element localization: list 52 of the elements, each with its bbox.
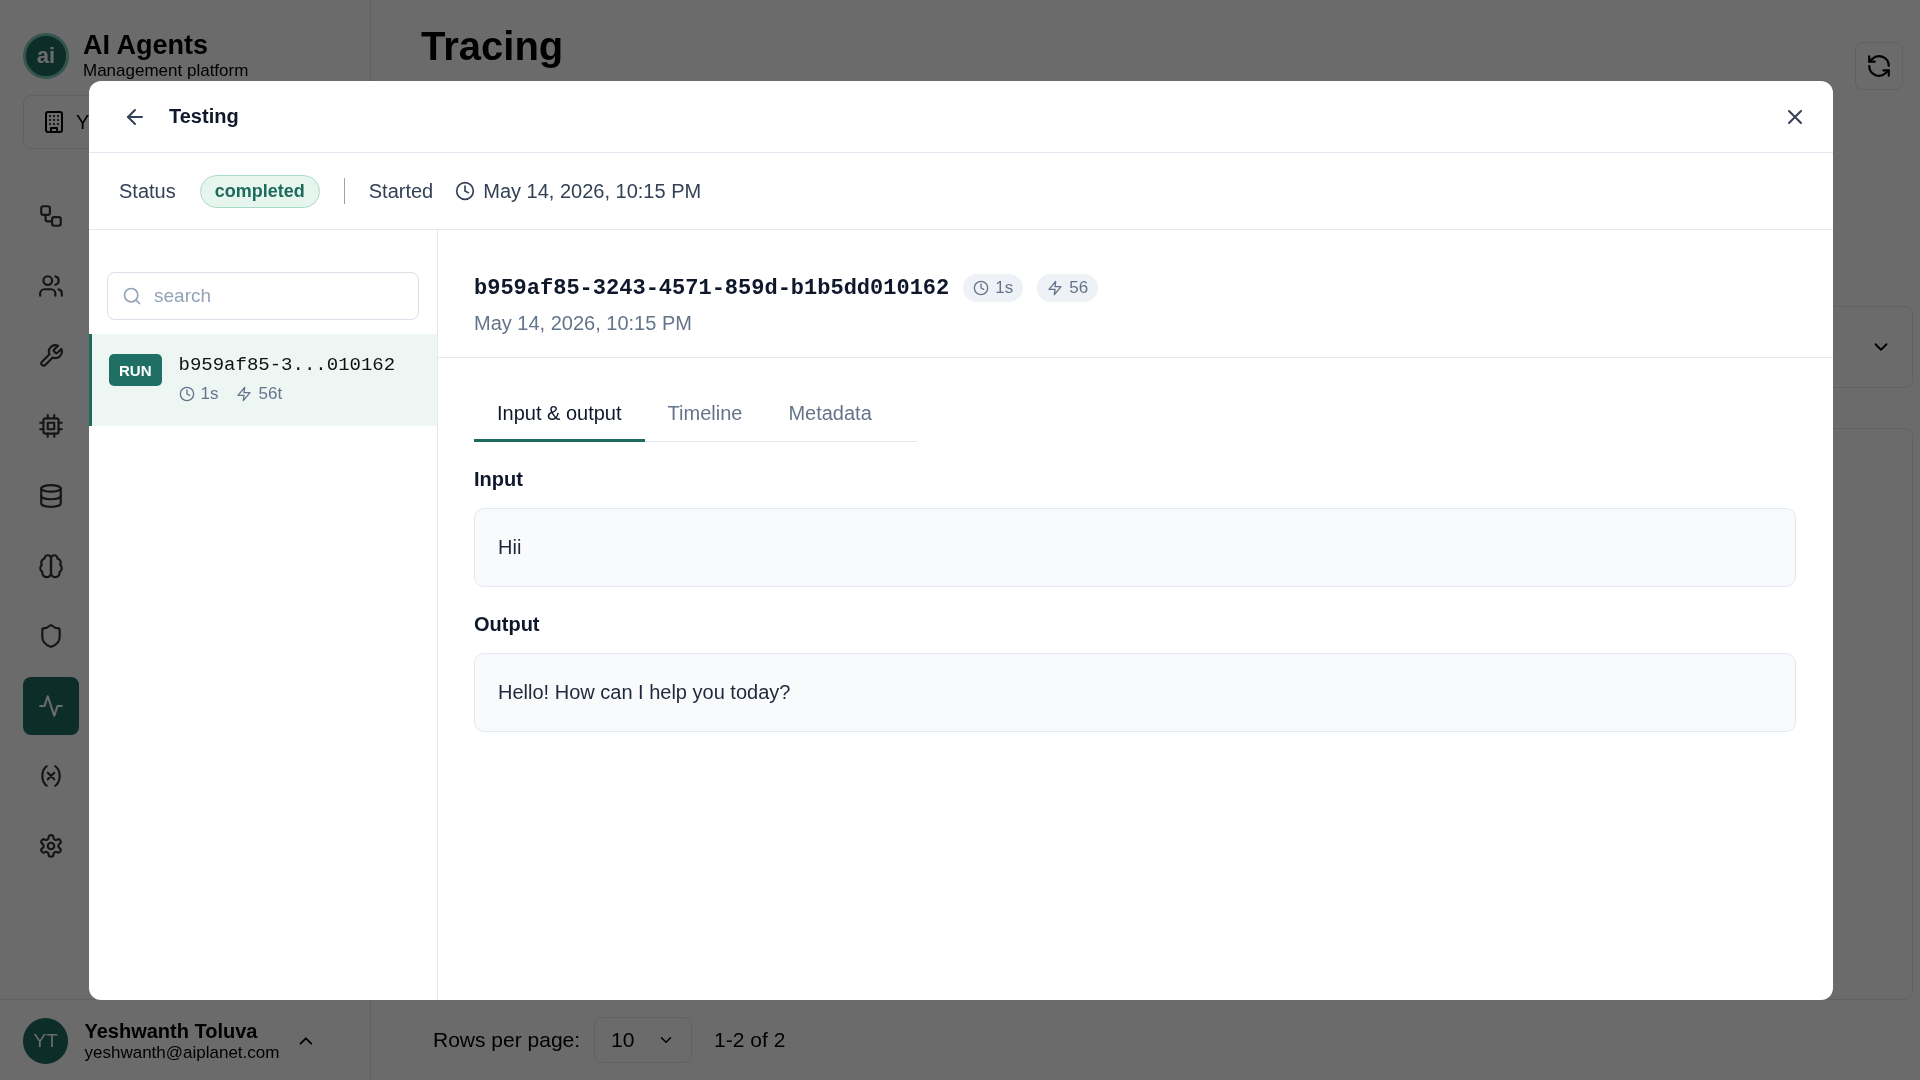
started-label: Started <box>368 179 434 203</box>
rows-per-page-label: Rows per page: <box>433 1028 581 1052</box>
tokens-chip: 56 <box>1037 274 1099 302</box>
page-title: Tracing <box>421 23 564 70</box>
refresh-icon <box>1866 53 1892 79</box>
search-field[interactable]: search <box>107 272 419 320</box>
run-duration: 1s <box>200 384 219 404</box>
section-label: Output <box>474 613 541 636</box>
run-id-heading: b959af85-3243-4571-859d-b1b5dd010162 <box>474 275 950 301</box>
nav-item[interactable] <box>23 677 79 735</box>
brain-icon <box>38 553 64 579</box>
run-item[interactable]: RUN b959af85-3...010162 1s 56t <box>89 334 437 426</box>
users-icon <box>38 273 64 299</box>
run-date: May 14, 2026, 10:15 PM <box>474 312 693 335</box>
status-label: Status <box>119 179 176 203</box>
chip-icon <box>38 413 64 439</box>
run-id: b959af85-3...010162 <box>178 354 396 376</box>
user-name: Yeshwanth Toluva <box>84 1019 259 1043</box>
section-label: Input <box>474 468 524 491</box>
clock-icon <box>455 181 476 201</box>
bolt-icon <box>236 386 253 402</box>
shield-icon <box>38 623 64 649</box>
refresh-button[interactable] <box>1855 42 1903 90</box>
building-icon <box>42 110 66 134</box>
app-name: AI Agents <box>83 30 209 61</box>
bolt-icon <box>1047 280 1064 296</box>
app-subtitle: Management platform <box>83 61 249 81</box>
tab[interactable]: Timeline <box>644 392 766 442</box>
settings-icon <box>38 833 64 859</box>
wrench-icon <box>38 343 64 369</box>
status-badge: completed <box>199 174 320 208</box>
search-icon <box>122 286 142 306</box>
started-time: May 14, 2026, 10:15 PM <box>483 179 702 203</box>
pagination-range: 1-2 of 2 <box>714 1028 786 1052</box>
flow-icon <box>38 203 64 229</box>
clock-icon <box>973 280 990 296</box>
tab[interactable]: Input & output <box>474 392 645 442</box>
user-email: yeshwanth@aiplanet.com <box>84 1042 280 1063</box>
activity-icon <box>38 693 64 719</box>
rows-per-page-select[interactable]: 10 <box>594 1017 693 1063</box>
app-logo: ai <box>23 32 69 79</box>
text-panel: Hello! How can I help you today? <box>474 653 1796 732</box>
run-tokens: 56t <box>258 384 283 404</box>
user-avatar: YT <box>23 1018 69 1064</box>
dialog-title: Testing <box>169 105 240 128</box>
variable-icon <box>38 763 64 789</box>
run-badge: RUN <box>109 354 162 386</box>
clock-icon <box>178 386 195 402</box>
duration-chip: 1s <box>963 274 1024 302</box>
text-panel: Hii <box>474 508 1796 587</box>
database-icon <box>38 483 64 509</box>
tab[interactable]: Metadata <box>765 392 895 442</box>
